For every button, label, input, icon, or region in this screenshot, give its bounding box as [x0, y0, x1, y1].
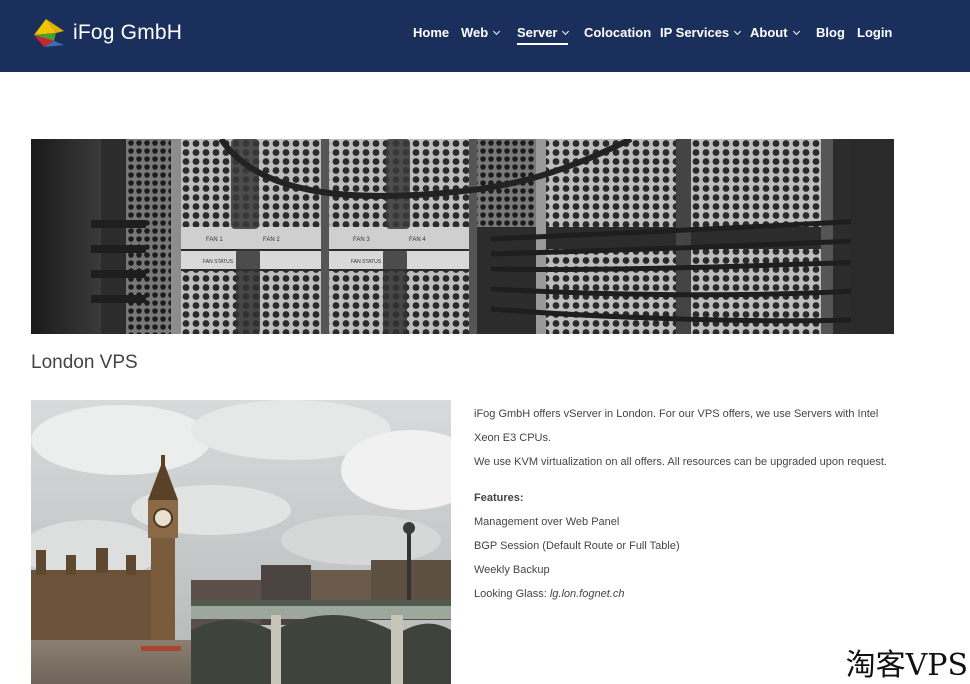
nav-web[interactable]: Web: [461, 25, 501, 43]
server-rack-banner: FAN 1 FAN 2 FAN 3 FAN 4 FAN STATUS FAN S…: [31, 139, 894, 334]
feature-item: BGP Session (Default Route or Full Table…: [474, 540, 680, 552]
nav-server-label: Server: [517, 25, 558, 40]
intro-paragraph-2: We use KVM virtualization on all offers.…: [474, 456, 887, 468]
chevron-down-icon: [493, 27, 501, 36]
nav-home[interactable]: Home: [413, 25, 449, 43]
london-skyline-image: [31, 400, 451, 684]
nav-home-label: Home: [413, 25, 450, 40]
fan-status-label: FAN STATUS: [203, 259, 234, 265]
page-title: London VPS: [31, 352, 138, 373]
nav-ip-services[interactable]: IP Services: [660, 25, 742, 43]
looking-glass-line: Looking Glass: lg.lon.fognet.ch: [474, 582, 904, 606]
nav-about[interactable]: About: [750, 25, 800, 43]
fan-label: FAN 3: [353, 237, 370, 243]
site-header: iFog GmbH Home Web Server Colocation IP …: [0, 0, 970, 72]
nav-ip-services-label: IP Services: [660, 25, 730, 40]
main-nav: Home Web Server Colocation IP Services A…: [0, 0, 970, 72]
feature-item: Weekly Backup: [474, 564, 550, 576]
nav-server[interactable]: Server: [517, 25, 570, 45]
fan-label: FAN 4: [409, 237, 426, 243]
nav-about-label: About: [750, 25, 788, 40]
fan-label: FAN 1: [206, 237, 223, 243]
nav-blog[interactable]: Blog: [816, 25, 845, 43]
nav-login-label: Login: [857, 25, 893, 40]
nav-colocation[interactable]: Colocation: [584, 25, 651, 43]
fan-status-label: FAN STATUS: [351, 259, 382, 265]
nav-web-label: Web: [461, 25, 489, 40]
nav-colocation-label: Colocation: [584, 25, 652, 40]
nav-login[interactable]: Login: [857, 25, 892, 43]
nav-blog-label: Blog: [816, 25, 845, 40]
looking-glass-label: Looking Glass:: [474, 588, 547, 600]
chevron-down-icon: [562, 27, 570, 36]
fan-label: FAN 2: [263, 237, 280, 243]
vps-description: iFog GmbH offers vServer in London. For …: [474, 402, 904, 606]
feature-item: Management over Web Panel: [474, 516, 620, 528]
london-big-ben-photo: [31, 400, 451, 684]
watermark-text: 淘客VPS: [845, 648, 968, 683]
server-rack-image: FAN 1 FAN 2 FAN 3 FAN 4 FAN STATUS FAN S…: [31, 139, 894, 334]
features-title: Features:: [474, 492, 524, 504]
looking-glass-link[interactable]: lg.lon.fognet.ch: [550, 588, 625, 600]
intro-paragraph-1: iFog GmbH offers vServer in London. For …: [474, 408, 879, 444]
chevron-down-icon: [734, 27, 742, 36]
chevron-down-icon: [792, 27, 800, 36]
